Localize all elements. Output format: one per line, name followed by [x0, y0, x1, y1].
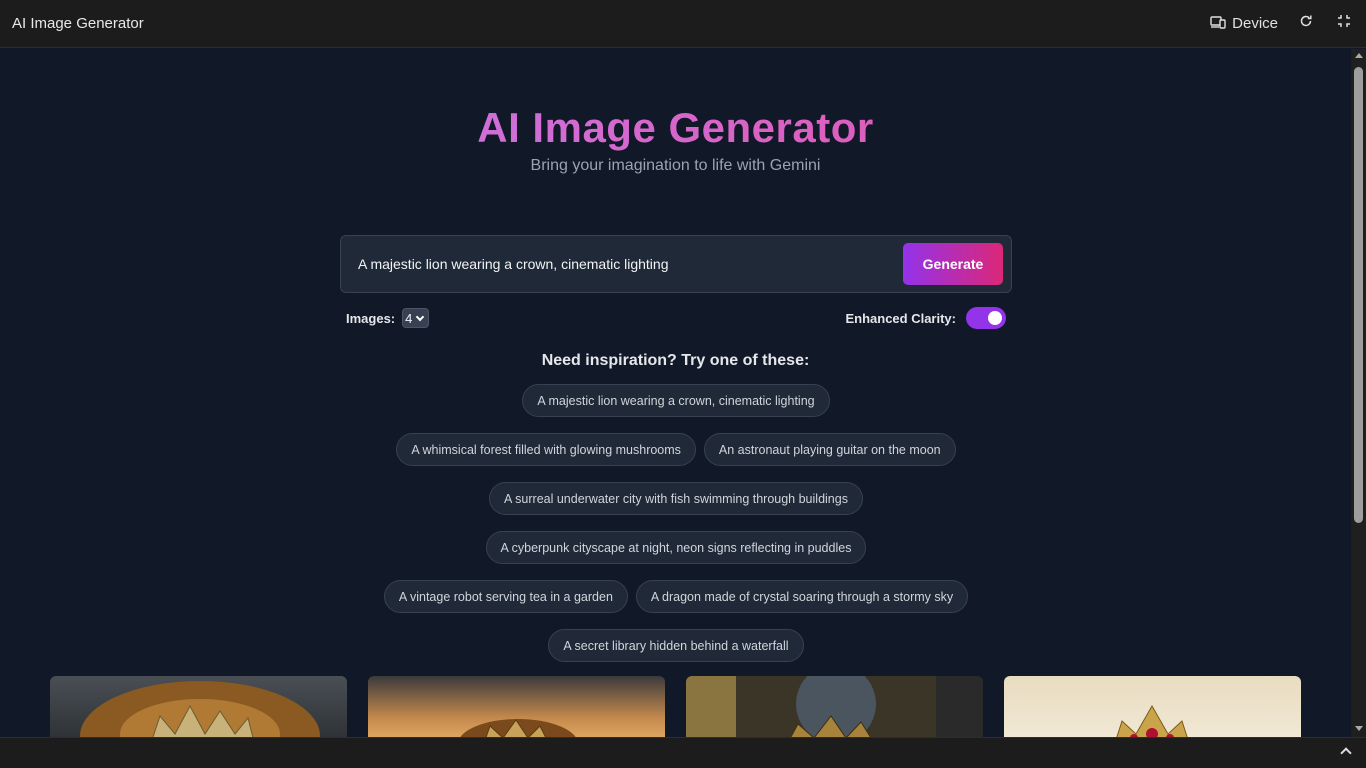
browser-toolbar: AI Image Generator Device	[0, 0, 1366, 48]
toggle-knob	[988, 311, 1002, 325]
images-count-value: 4	[405, 310, 413, 326]
scroll-up-arrow-icon[interactable]	[1355, 53, 1363, 58]
enhanced-clarity-option: Enhanced Clarity:	[845, 307, 1006, 329]
generate-button[interactable]: Generate	[903, 243, 1003, 285]
prompt-chip[interactable]: A cyberpunk cityscape at night, neon sig…	[485, 531, 867, 564]
scroll-down-arrow-icon[interactable]	[1355, 726, 1363, 731]
prompt-bar: Generate	[340, 235, 1012, 293]
prompt-input[interactable]	[358, 256, 903, 272]
bottom-bar	[0, 737, 1366, 768]
images-count-label: Images:	[346, 310, 396, 326]
prompt-chip[interactable]: A surreal underwater city with fish swim…	[489, 482, 863, 515]
prompt-chip[interactable]: A whimsical forest filled with glowing m…	[396, 433, 696, 466]
toolbar-actions: Device	[1210, 14, 1354, 34]
chevron-down-icon	[416, 312, 425, 321]
chevron-up-icon[interactable]	[1340, 747, 1352, 759]
generated-image-card[interactable]	[1004, 676, 1301, 737]
generated-image-card[interactable]	[50, 676, 347, 737]
device-label: Device	[1232, 15, 1278, 32]
exit-fullscreen-icon	[1337, 14, 1351, 33]
refresh-icon	[1299, 14, 1313, 33]
vertical-scrollbar[interactable]	[1351, 49, 1366, 737]
hero-subtitle: Bring your imagination to life with Gemi…	[530, 157, 821, 174]
prompt-chip[interactable]: An astronaut playing guitar on the moon	[703, 433, 956, 466]
enhanced-clarity-toggle[interactable]	[966, 307, 1006, 329]
device-icon	[1210, 15, 1226, 33]
scroll-thumb[interactable]	[1354, 67, 1363, 523]
prompt-chip[interactable]: A secret library hidden behind a waterfa…	[548, 629, 804, 662]
prompt-chip[interactable]: A dragon made of crystal soaring through…	[635, 580, 969, 613]
device-button[interactable]: Device	[1210, 15, 1278, 33]
generated-image	[1004, 676, 1301, 737]
app-viewport: AI Image Generator Bring your imaginatio…	[0, 49, 1351, 737]
generated-image-card[interactable]	[368, 676, 665, 737]
hero-title: AI Image Generator	[0, 104, 1351, 152]
inspiration-chips: A majestic lion wearing a crown, cinemat…	[380, 384, 972, 662]
enhanced-clarity-label: Enhanced Clarity:	[845, 310, 956, 326]
inspiration-heading: Need inspiration? Try one of these:	[541, 352, 810, 369]
generated-image-card[interactable]	[686, 676, 983, 737]
options-row: Images: 4 Enhanced Clarity:	[346, 307, 1006, 329]
refresh-button[interactable]	[1296, 14, 1316, 34]
image-gallery	[50, 676, 1301, 737]
exit-fullscreen-button[interactable]	[1334, 14, 1354, 34]
prompt-chip[interactable]: A vintage robot serving tea in a garden	[383, 580, 628, 613]
generated-image	[368, 676, 665, 737]
generated-image	[50, 676, 347, 737]
prompt-chip[interactable]: A majestic lion wearing a crown, cinemat…	[522, 384, 830, 417]
images-count-select[interactable]: 4	[402, 308, 430, 328]
app-title: AI Image Generator	[12, 15, 144, 32]
generated-image	[686, 676, 983, 737]
